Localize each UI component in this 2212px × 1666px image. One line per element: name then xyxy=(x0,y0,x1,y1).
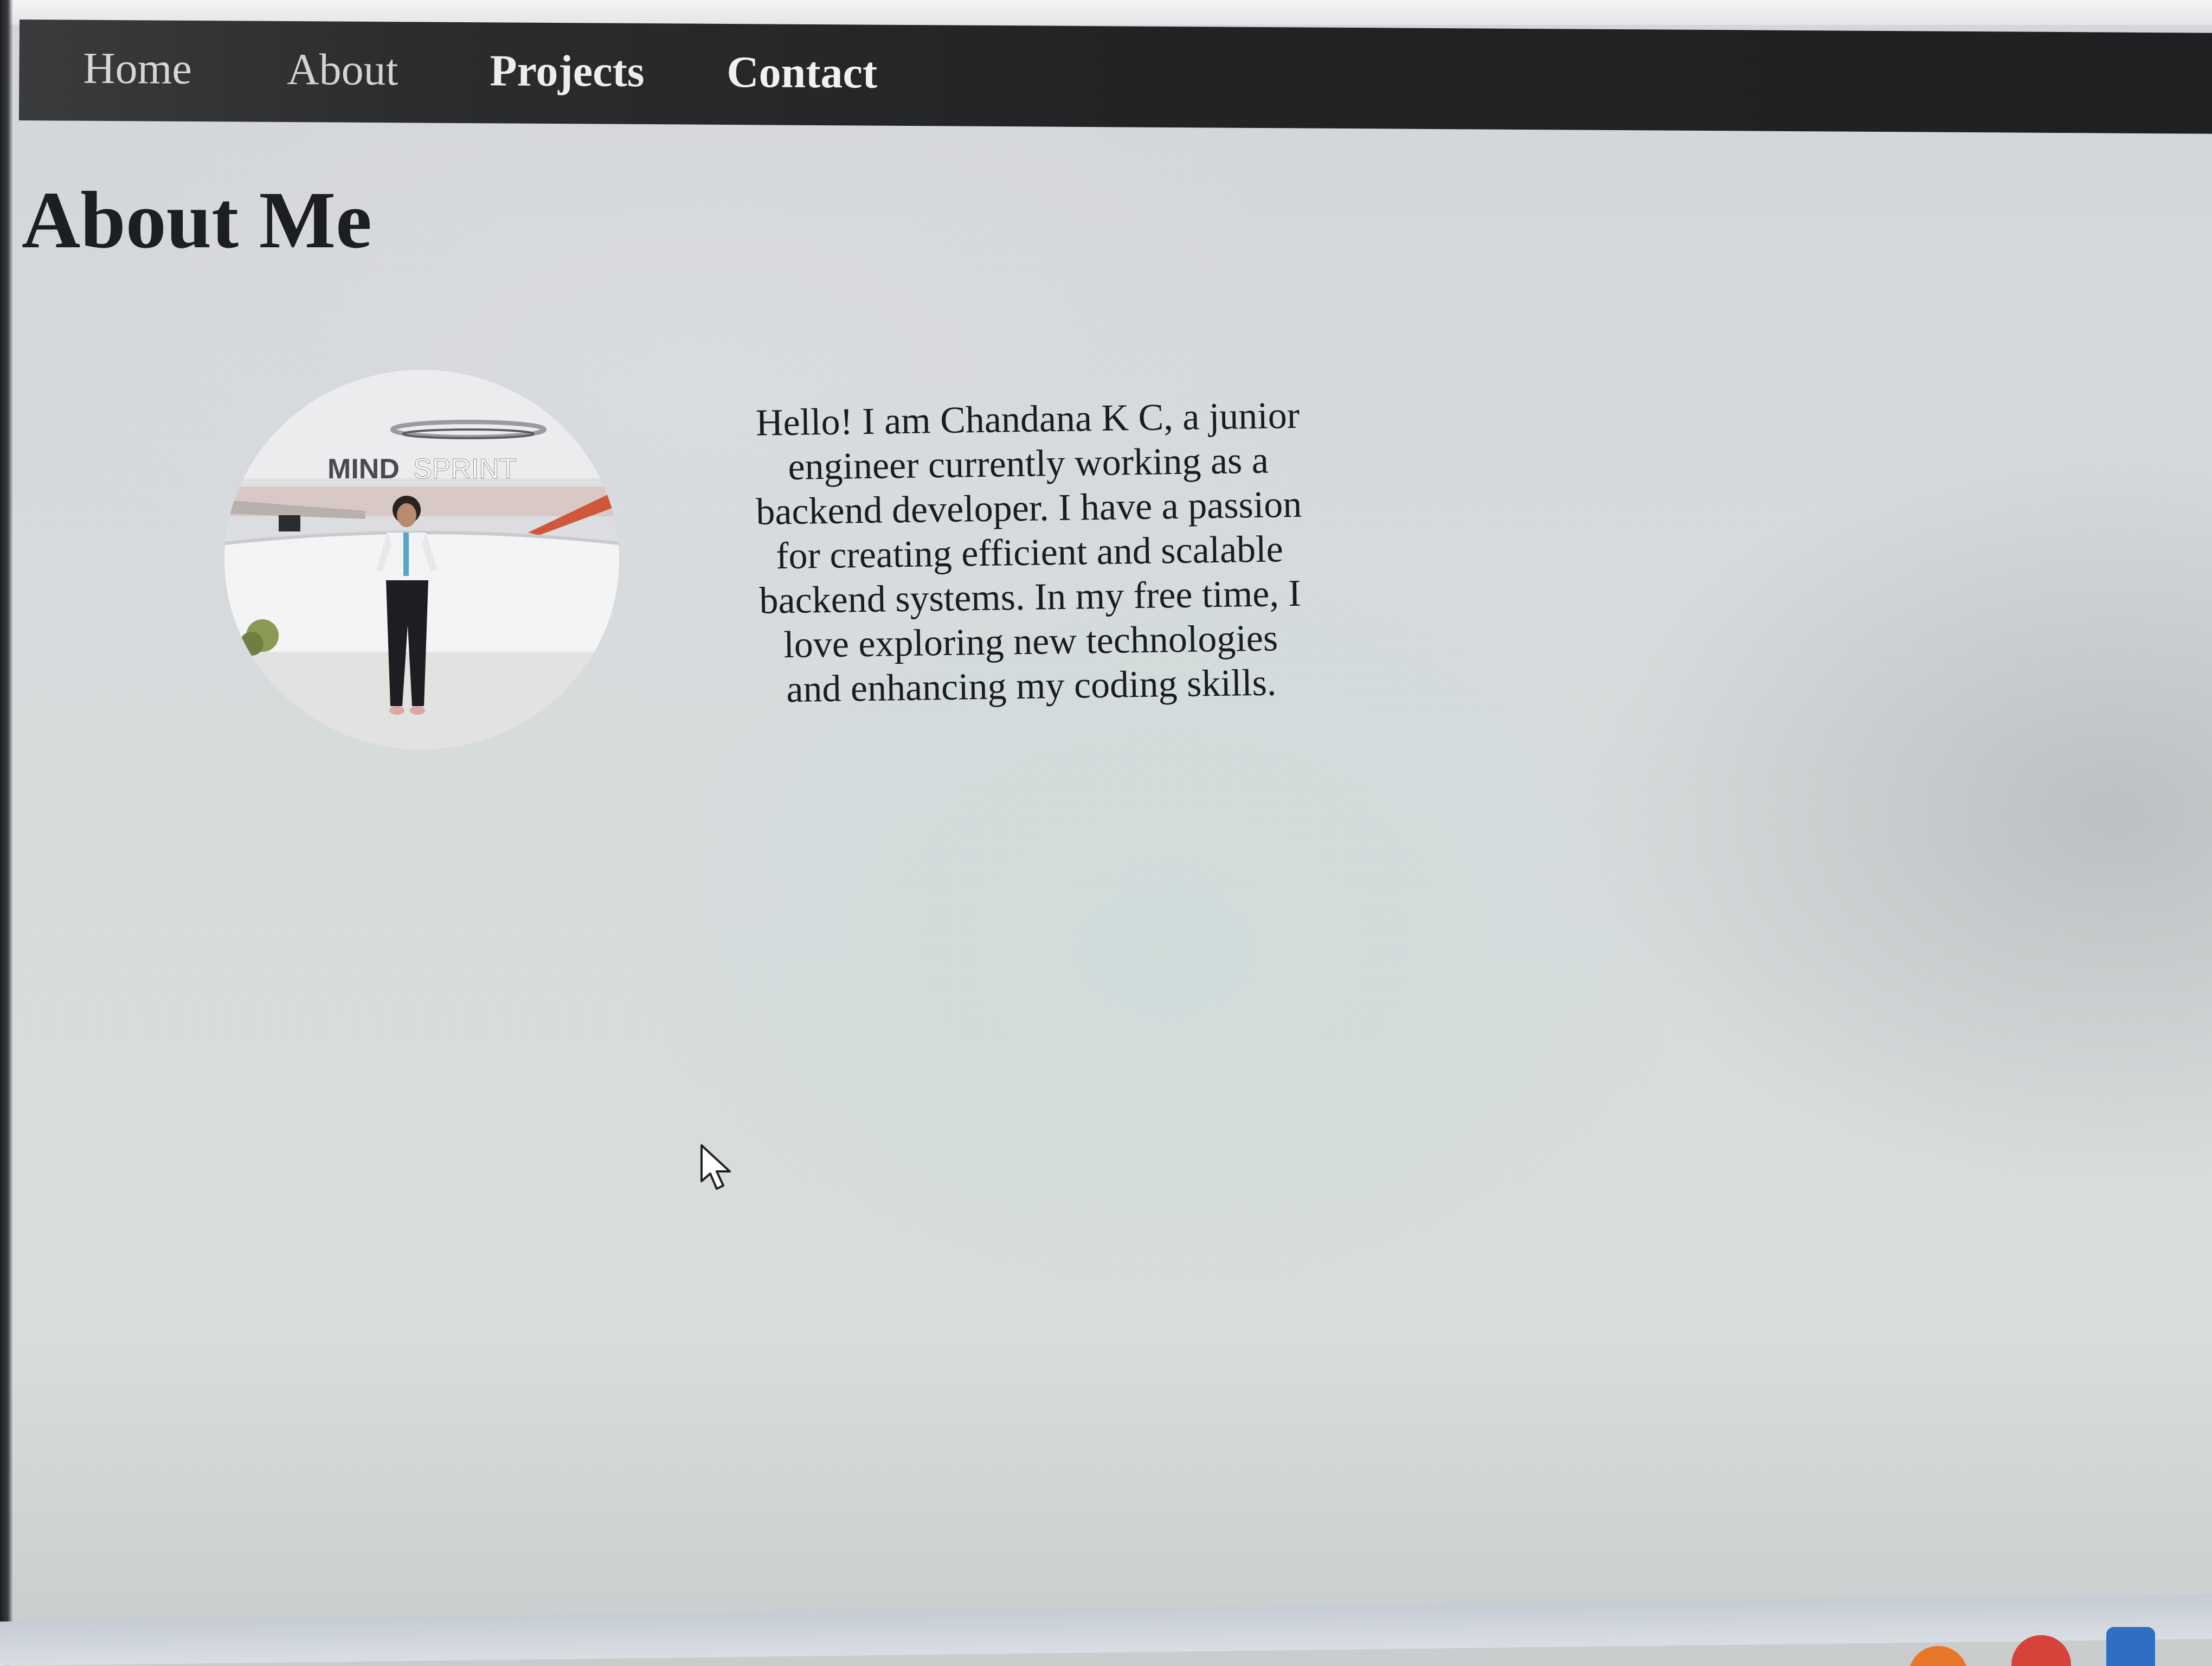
nav-link-home[interactable]: Home xyxy=(83,43,192,94)
nav-link-projects[interactable]: Projects xyxy=(490,45,645,97)
bio-text: Hello! I am Chandana K C, a junior engin… xyxy=(755,394,1302,711)
sign-text-mind: MIND xyxy=(327,453,400,485)
code-editor-icon[interactable] xyxy=(2106,1627,2155,1666)
sign-text-sprint: SPRINT xyxy=(413,453,517,485)
profile-photo: MIND SPRINT xyxy=(224,370,619,749)
page-title: About Me xyxy=(22,175,372,265)
navigation-bar: Home About Projects Contact xyxy=(18,20,2212,134)
nav-link-contact[interactable]: Contact xyxy=(726,47,877,99)
mouse-cursor-icon xyxy=(700,1144,731,1190)
monitor-bezel-left xyxy=(0,0,13,1666)
nav-link-about[interactable]: About xyxy=(287,44,398,95)
